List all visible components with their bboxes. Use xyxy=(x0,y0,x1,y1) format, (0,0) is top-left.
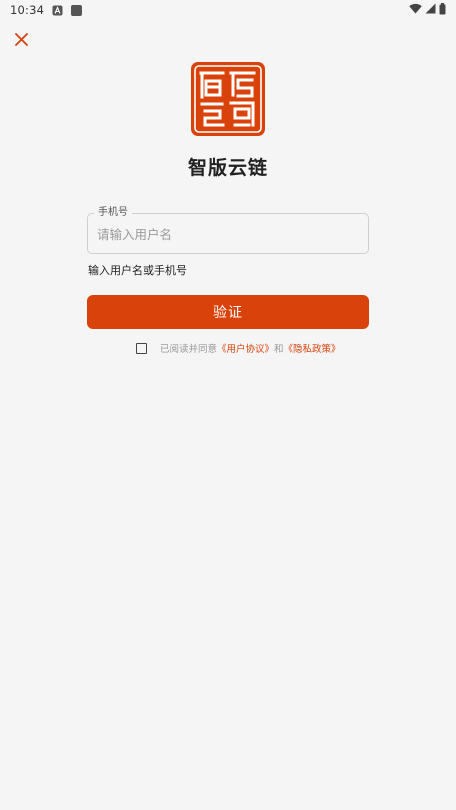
agree-checkbox[interactable] xyxy=(136,342,147,354)
app-a-icon xyxy=(52,5,63,16)
close-icon xyxy=(14,31,28,50)
field-helper-text: 输入用户名或手机号 xyxy=(88,264,187,277)
status-left: 10:34 xyxy=(10,3,83,17)
login-screen: 10:34 智版云链 手机号 请输入用户名 输入用户名或手机号 验证 已阅读并同… xyxy=(0,0,456,810)
agreement-prefix: 已阅读并同意 xyxy=(160,344,218,355)
phone-field-label: 手机号 xyxy=(94,206,132,220)
privacy-policy-link[interactable]: 《隐私政策》 xyxy=(284,341,341,355)
battery-icon xyxy=(439,2,446,18)
username-input[interactable] xyxy=(97,224,359,244)
status-time: 10:34 xyxy=(10,3,45,17)
user-agreement-link[interactable]: 《用户协议》 xyxy=(217,341,274,355)
notification-square-icon xyxy=(71,4,83,16)
app-title: 智版云链 xyxy=(187,157,268,179)
agreement-row: 已阅读并同意 《用户协议》 和 《隐私政策》 xyxy=(136,341,341,355)
cell-signal-icon xyxy=(425,3,436,17)
verify-button[interactable]: 验证 xyxy=(87,295,369,329)
phone-field[interactable]: 手机号 xyxy=(87,206,369,254)
agreement-and: 和 xyxy=(274,344,284,355)
status-right xyxy=(409,2,446,18)
close-button[interactable] xyxy=(11,30,31,50)
seal-logo-icon xyxy=(190,61,266,137)
status-bar: 10:34 xyxy=(0,0,456,20)
wifi-icon xyxy=(409,3,422,17)
